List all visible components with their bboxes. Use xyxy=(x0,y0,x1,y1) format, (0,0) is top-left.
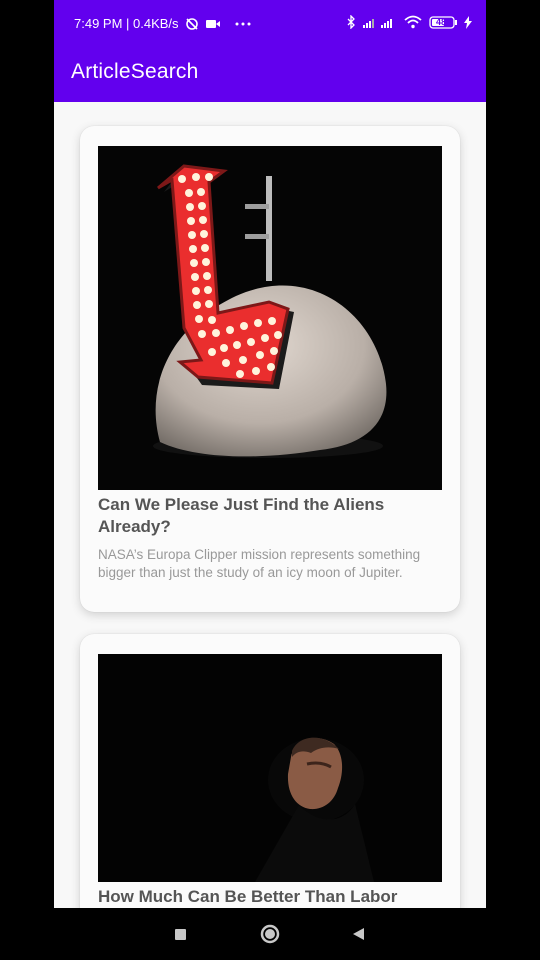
article-card[interactable]: Can We Please Just Find the Aliens Alrea… xyxy=(80,126,460,612)
phone-screen: 7:49 PM | 0.4KB/s 48 ArticleSearch Can W… xyxy=(54,0,486,908)
status-bar: 7:49 PM | 0.4KB/s 48 xyxy=(54,0,486,48)
home-icon[interactable] xyxy=(258,922,282,946)
article-card[interactable]: How Much Can Be Better Than Labor xyxy=(80,634,460,908)
article-image xyxy=(98,654,442,882)
status-left: 7:49 PM | 0.4KB/s xyxy=(74,16,251,31)
recent-apps-icon[interactable] xyxy=(168,922,192,946)
article-title: Can We Please Just Find the Aliens Alrea… xyxy=(98,495,385,536)
status-time-speed: 7:49 PM | 0.4KB/s xyxy=(74,16,179,31)
status-right: 48 xyxy=(346,15,472,29)
article-image xyxy=(98,146,442,490)
more-dots-icon xyxy=(235,22,251,26)
video-icon xyxy=(205,18,221,30)
charging-icon xyxy=(464,15,472,29)
article-list[interactable]: Can We Please Just Find the Aliens Alrea… xyxy=(54,102,486,908)
article-description: NASA’s Europa Clipper mission represents… xyxy=(98,547,421,580)
navigation-bar xyxy=(54,908,486,960)
signal-icon xyxy=(363,16,397,28)
battery-level: 48 xyxy=(436,16,447,27)
app-title: ArticleSearch xyxy=(71,60,199,83)
app-bar: ArticleSearch xyxy=(54,48,486,102)
wifi-icon xyxy=(404,15,422,29)
battery-icon: 48 xyxy=(429,15,457,29)
bluetooth-icon xyxy=(346,15,356,29)
article-title: How Much Can Be Better Than Labor xyxy=(98,887,398,906)
back-icon[interactable] xyxy=(346,922,370,946)
alarm-off-icon xyxy=(185,17,199,31)
